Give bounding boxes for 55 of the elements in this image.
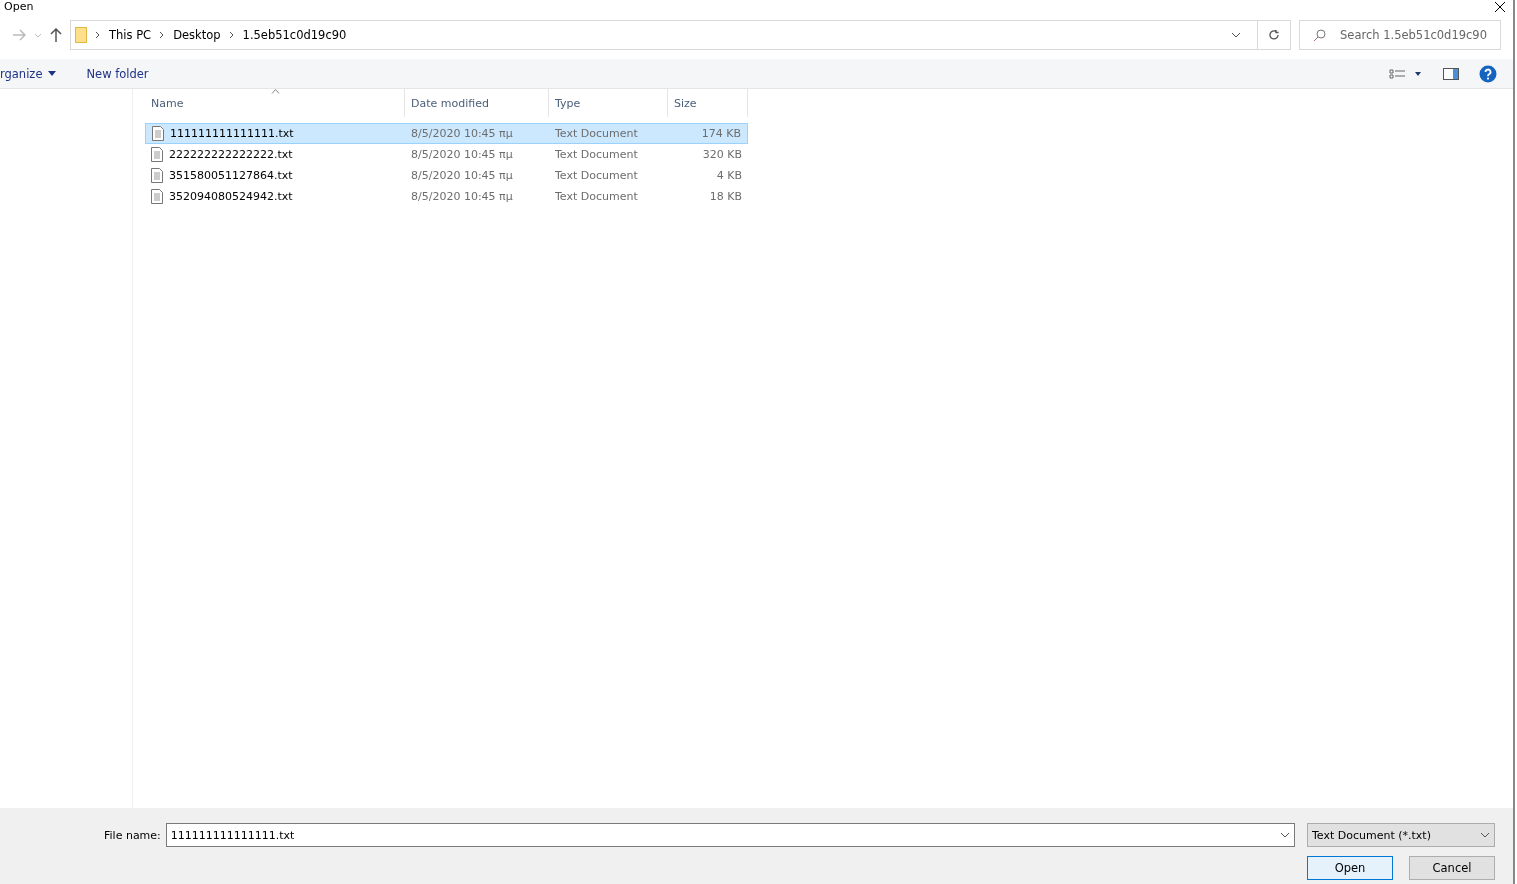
date-cell-text: 8/5/2020 10:45 πμ [410, 168, 514, 184]
type-cell-text: Text Document [554, 147, 639, 163]
size-cell-text: 320 KB [701, 147, 743, 163]
close-icon[interactable] [1495, 2, 1505, 12]
search-field[interactable]: Search 1.5eb51c0d19c90 [1299, 20, 1501, 50]
new-folder-button[interactable]: New folder [86, 66, 149, 81]
file-name: 222222222222222.txt [169, 148, 293, 161]
document-icon [152, 126, 164, 141]
view-options-icon[interactable] [1389, 68, 1421, 79]
file-name: 352094080524942.txt [169, 190, 293, 203]
chevron-icon [159, 31, 166, 39]
file-name-cell[interactable]: 222222222222222.txt [145, 144, 405, 165]
file-name-cell[interactable]: 111111111111111.txt [145, 123, 405, 144]
up-arrow-icon[interactable] [50, 28, 62, 42]
refresh-icon[interactable] [1268, 29, 1280, 41]
breadcrumb-item[interactable]: This PC [109, 28, 152, 42]
date-cell-text: 8/5/2020 10:45 πμ [410, 189, 514, 205]
file-type-dropdown[interactable]: Text Document (*.txt) [1307, 823, 1495, 847]
file-name-field[interactable]: 111111111111111.txt [165, 823, 1295, 847]
open-button[interactable]: Open [1307, 856, 1393, 880]
date-cell: 8/5/2020 10:45 πμ [405, 123, 549, 144]
help-icon[interactable] [1479, 64, 1497, 83]
column-header[interactable]: Date modified [405, 89, 549, 117]
breadcrumb-item[interactable]: 1.5eb51c0d19c90 [242, 28, 347, 42]
folder-icon [75, 27, 87, 43]
chevron-icon [95, 31, 101, 39]
size-cell-text: 18 KB [708, 189, 743, 205]
window-title: Open [4, 1, 34, 13]
size-cell: 174 KB [668, 123, 748, 144]
cancel-button[interactable]: Cancel [1409, 856, 1495, 880]
document-icon [151, 189, 163, 204]
document-icon [151, 168, 163, 183]
file-name: 351580051127864.txt [169, 169, 293, 182]
column-header[interactable]: Name [145, 89, 405, 117]
type-cell: Text Document [549, 123, 668, 144]
type-cell-text: Text Document [554, 189, 639, 205]
file-name-label: File name: [104, 828, 161, 842]
size-cell-text: 4 KB [715, 168, 743, 184]
file-name-cell[interactable]: 351580051127864.txt [145, 165, 405, 186]
organize-menu[interactable]: rganize [0, 66, 57, 81]
document-icon [151, 147, 163, 162]
caret-icon [1280, 832, 1290, 838]
column-header[interactable]: Size [668, 89, 748, 117]
dropdown-caret-icon [1231, 32, 1241, 38]
chevron-icon [228, 31, 235, 39]
address-bar[interactable]: This PC Desktop 1.5eb51c0d19c90 [70, 20, 1291, 50]
breadcrumb-item[interactable]: Desktop [173, 28, 221, 42]
file-name: 111111111111111.txt [170, 127, 294, 140]
preview-pane-icon[interactable] [1443, 67, 1459, 80]
file-name-cell[interactable]: 352094080524942.txt [145, 186, 405, 207]
caret-icon [1480, 832, 1490, 838]
type-cell-text: Text Document [554, 168, 639, 184]
date-cell-text: 8/5/2020 10:45 πμ [410, 147, 514, 163]
caret-icon [48, 71, 57, 76]
column-header[interactable]: Type [549, 89, 668, 117]
